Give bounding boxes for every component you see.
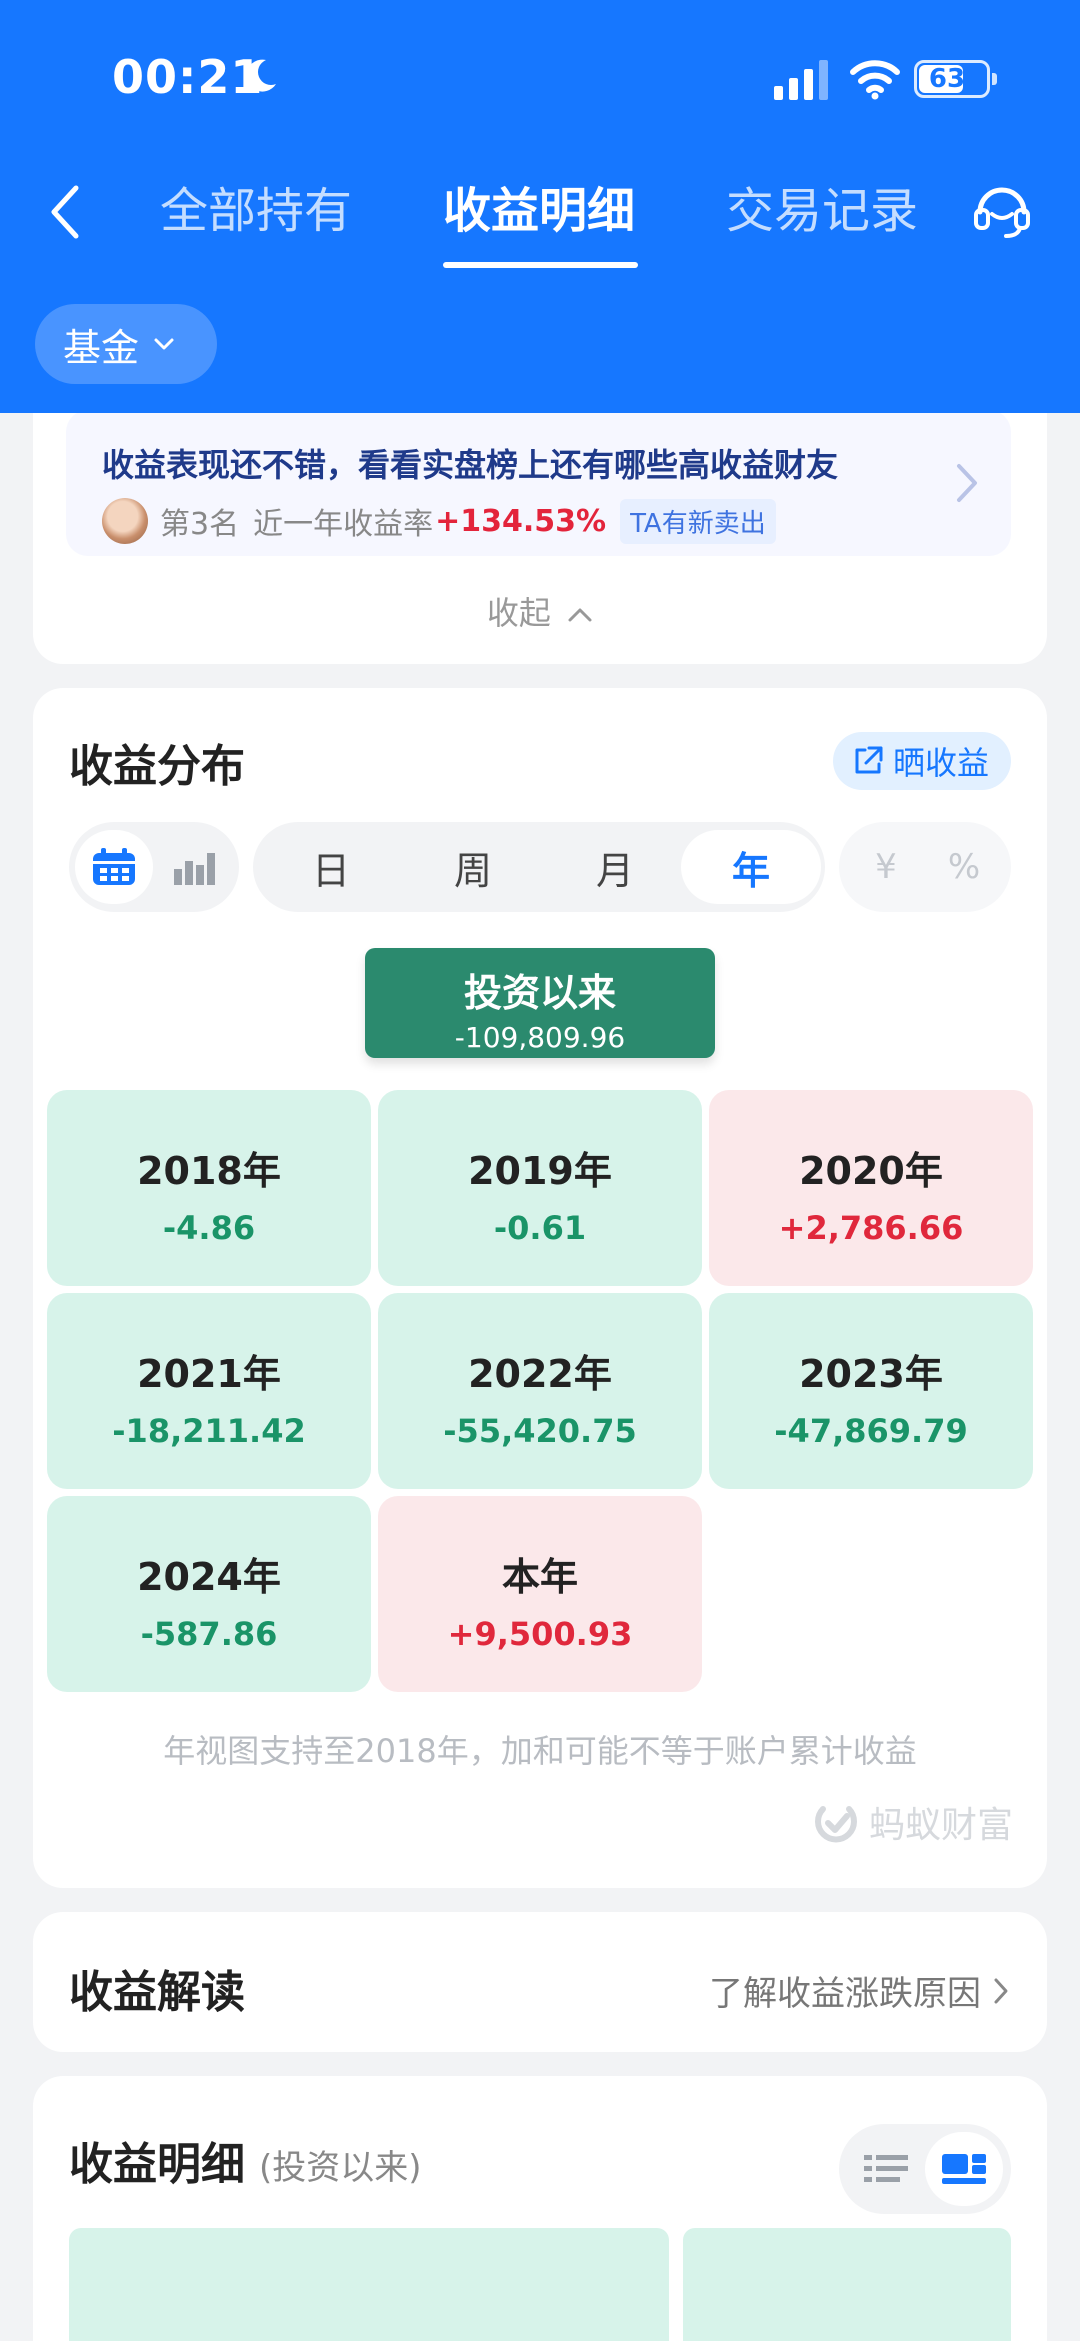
year-label: 2019年 (468, 1149, 612, 1193)
year-label: 2024年 (137, 1555, 281, 1599)
unit-amount[interactable]: ¥ (847, 830, 925, 904)
avatar (102, 498, 148, 544)
since-label: 投资以来 (463, 971, 616, 1015)
calendar-icon (93, 848, 135, 885)
ranking-row: 第3名 近一年收益率 +134.53% TA有新卖出 (102, 498, 776, 544)
interpretation-title: 收益解读 (69, 1967, 245, 2018)
battery-percent: 63 (928, 64, 966, 94)
period-week[interactable]: 周 (403, 830, 543, 904)
brand-watermark: 蚂蚁财富 (811, 1796, 1013, 1848)
tab-all-holdings[interactable]: 全部持有 (160, 178, 352, 244)
year-cell[interactable]: 2018年 -4.86 (47, 1090, 371, 1286)
battery-nub (992, 73, 997, 85)
chevron-down-icon (154, 338, 174, 350)
ranking-banner[interactable]: 收益表现还不错，看看实盘榜上还有哪些高收益财友 第3名 近一年收益率 +134.… (66, 410, 1011, 556)
income-interpretation-card: 收益解读 了解收益涨跌原因 (33, 1912, 1047, 2052)
new-sell-tag: TA有新卖出 (620, 498, 776, 544)
filter-label: 基金 (63, 325, 140, 370)
detail-title: 收益明细 (投资以来) (69, 2128, 422, 2192)
battery-icon: 63 (914, 60, 997, 98)
detail-title-text: 收益明细 (69, 2139, 245, 2190)
view-toggle (69, 822, 239, 912)
year-value: -18,211.42 (112, 1412, 306, 1450)
unit-percent[interactable]: % (925, 830, 1003, 904)
wifi-icon (850, 60, 900, 100)
bar-view-button[interactable] (155, 830, 233, 904)
period-day[interactable]: 日 (261, 830, 401, 904)
explain-change-label: 了解收益涨跌原因 (709, 1974, 981, 2014)
year-label: 本年 (501, 1555, 578, 1599)
year-cell[interactable]: 2024年 -587.86 (47, 1496, 371, 1692)
since-value: -109,809.96 (454, 1021, 626, 1054)
income-distribution-card: 收益分布 晒收益 日 周 月 年 ¥ % 投资以来 -109,809.96 20… (33, 688, 1047, 1888)
year-cell[interactable]: 2020年 +2,786.66 (709, 1090, 1033, 1286)
header: 00:21 63 全部持有 收益明细 交易记录 基金 (0, 0, 1080, 413)
since-inception-total[interactable]: 投资以来 -109,809.96 (365, 948, 715, 1058)
rank-position: 第3名 (160, 507, 240, 542)
ant-fortune-logo-icon (814, 1806, 857, 1843)
year-view-note: 年视图支持至2018年，加和可能不等于账户累计收益 (163, 1732, 917, 1770)
unit-selector: ¥ % (839, 822, 1011, 912)
list-layout-button[interactable] (847, 2132, 925, 2206)
year-label: 2022年 (468, 1352, 612, 1396)
year-cell[interactable]: 2021年 -18,211.42 (47, 1293, 371, 1489)
year-label: 2021年 (137, 1352, 281, 1396)
detail-tile[interactable] (683, 2228, 1011, 2341)
year-value: +2,786.66 (778, 1209, 964, 1247)
year-value: +9,500.93 (447, 1615, 633, 1653)
period-selector: 日 周 月 年 (253, 822, 825, 912)
tile-icon (942, 2154, 986, 2184)
rate-label: 近一年收益率 (253, 507, 434, 542)
year-cell[interactable]: 2023年 -47,869.79 (709, 1293, 1033, 1489)
ranking-title: 收益表现还不错，看看实盘榜上还有哪些高收益财友 (102, 446, 839, 484)
share-icon (855, 746, 883, 774)
share-label: 晒收益 (892, 744, 989, 782)
collapse-button[interactable]: 收起 (33, 588, 1047, 634)
distribution-title: 收益分布 (69, 741, 245, 792)
year-label: 2023年 (799, 1352, 943, 1396)
moon-icon (246, 59, 276, 92)
chevron-right-icon (994, 1978, 1008, 2003)
year-cell[interactable]: 本年 +9,500.93 (378, 1496, 702, 1692)
year-cell[interactable]: 2022年 -55,420.75 (378, 1293, 702, 1489)
income-detail-card: 收益明细 (投资以来) (33, 2076, 1047, 2341)
signal-icon (774, 60, 828, 100)
fund-filter-dropdown[interactable]: 基金 (35, 304, 217, 384)
bar-chart-icon (174, 853, 215, 885)
chevron-right-icon (957, 464, 977, 502)
year-value: -4.86 (162, 1209, 256, 1247)
ranking-card: 收益表现还不错，看看实盘榜上还有哪些高收益财友 第3名 近一年收益率 +134.… (33, 370, 1047, 664)
share-income-button[interactable]: 晒收益 (832, 732, 1011, 790)
year-cell[interactable]: 2019年 -0.61 (378, 1090, 702, 1286)
top-nav: 全部持有 收益明细 交易记录 (0, 160, 1080, 280)
period-year[interactable]: 年 (681, 830, 821, 904)
collapse-label: 收起 (486, 594, 551, 632)
detail-subtitle: (投资以来) (259, 2148, 422, 2188)
year-label: 2018年 (137, 1149, 281, 1193)
year-value: -55,420.75 (443, 1412, 637, 1450)
chevron-up-icon (568, 608, 592, 622)
back-icon (51, 185, 79, 239)
year-value: -0.61 (493, 1209, 587, 1247)
detail-tile[interactable] (69, 2228, 669, 2341)
year-value: -47,869.79 (774, 1412, 968, 1450)
layout-toggle (839, 2124, 1011, 2214)
list-icon (864, 2155, 908, 2182)
tab-transactions[interactable]: 交易记录 (726, 178, 918, 244)
period-month[interactable]: 月 (545, 830, 685, 904)
year-value: -587.86 (140, 1615, 278, 1653)
explain-change-link[interactable]: 了解收益涨跌原因 (709, 1966, 1011, 2015)
brand-name: 蚂蚁财富 (868, 1805, 1013, 1846)
year-label: 2020年 (799, 1149, 943, 1193)
status-bar: 00:21 63 (0, 0, 1080, 160)
tab-income-detail[interactable]: 收益明细 (443, 178, 635, 244)
rate-value: +134.53% (435, 503, 607, 539)
customer-service-icon[interactable] (970, 178, 1034, 242)
active-tab-indicator (443, 262, 638, 268)
back-button[interactable] (40, 180, 90, 244)
tile-layout-button[interactable] (925, 2132, 1003, 2206)
calendar-view-button[interactable] (75, 830, 153, 904)
